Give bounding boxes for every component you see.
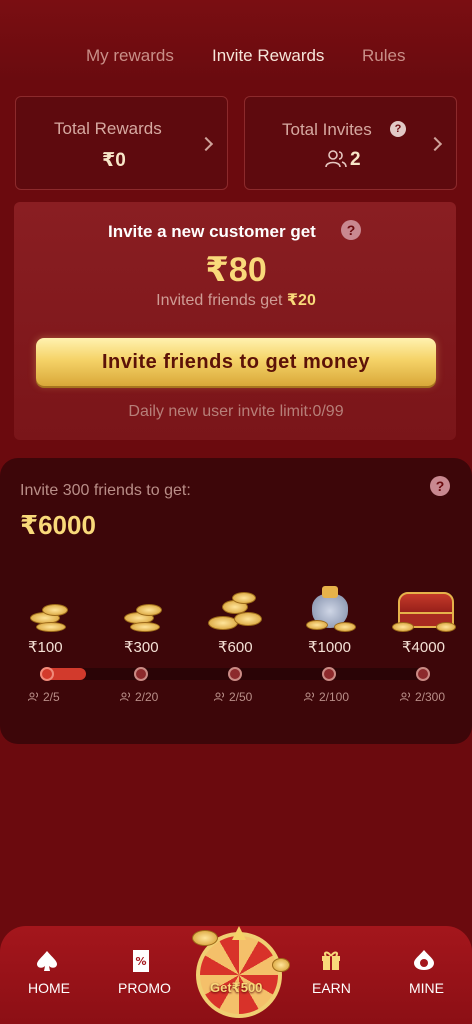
- milestone-amount: ₹4000: [402, 639, 445, 656]
- coin-icon: [192, 930, 218, 946]
- invited-friends-text: Invited friends get: [156, 292, 287, 309]
- users-icon: [400, 692, 410, 702]
- milestone-node: [322, 667, 336, 681]
- nav-label-promo: PROMO: [118, 980, 171, 996]
- coupon-icon: %: [133, 950, 149, 972]
- help-icon[interactable]: ?: [341, 220, 361, 240]
- nav-label-home: HOME: [28, 980, 70, 996]
- milestone-node: [416, 667, 430, 681]
- user-profile-icon: [414, 950, 434, 970]
- invited-friends-amount: ₹20: [286, 292, 316, 309]
- tab-rules[interactable]: Rules: [362, 46, 405, 66]
- nav-label-get: Get₹500: [210, 980, 263, 995]
- tab-invite-rewards[interactable]: Invite Rewards: [212, 46, 324, 66]
- users-icon: [214, 692, 224, 702]
- milestone-node: [134, 667, 148, 681]
- users-icon: [28, 692, 38, 702]
- invite-friends-button[interactable]: Invite friends to get money: [36, 338, 436, 386]
- total-invites-value: 2: [350, 149, 361, 170]
- invite-limit-text: Daily new user invite limit:0/99: [128, 403, 344, 420]
- total-rewards-value: ₹0: [102, 150, 126, 171]
- invite-headline: Invite a new customer get: [108, 222, 316, 241]
- nav-label-mine: MINE: [409, 980, 444, 996]
- coin-icon: [272, 958, 290, 972]
- invite-amount: ₹80: [205, 251, 267, 289]
- total-rewards-label: Total Rewards: [54, 119, 162, 138]
- total-invites-card[interactable]: Total Invites ? 2: [244, 96, 457, 190]
- total-invites-label: Total Invites: [282, 120, 372, 139]
- top-bar: My rewards Invite Rewards Rules: [0, 0, 472, 80]
- milestone-amount: ₹600: [218, 639, 253, 656]
- milestone-amount: ₹1000: [308, 639, 351, 656]
- progress-total: ₹6000: [20, 510, 96, 540]
- chevron-right-icon: [198, 136, 214, 152]
- chevron-right-icon: [427, 136, 443, 152]
- progress-title: Invite 300 friends to get:: [20, 482, 191, 499]
- spade-icon: [37, 951, 57, 971]
- milestone-node: [40, 667, 54, 681]
- tab-my-rewards[interactable]: My rewards: [86, 46, 174, 66]
- help-icon[interactable]: ?: [430, 476, 450, 496]
- nav-label-earn: EARN: [312, 980, 351, 996]
- milestone-node: [228, 667, 242, 681]
- milestone-amount: ₹300: [124, 639, 159, 656]
- invited-friends-line: Invited friends get ₹20: [0, 290, 472, 310]
- gift-icon: [322, 951, 340, 970]
- users-icon: [304, 692, 314, 702]
- milestone-amount: ₹100: [28, 639, 63, 656]
- svg-text:%: %: [135, 955, 146, 968]
- wheel-pointer-icon: [232, 926, 246, 940]
- help-icon[interactable]: ?: [390, 121, 406, 137]
- total-rewards-card[interactable]: Total Rewards ₹0: [15, 96, 228, 190]
- users-icon: [120, 692, 130, 702]
- users-icon: [325, 150, 347, 168]
- tab-strip: My rewards Invite Rewards Rules: [0, 46, 472, 70]
